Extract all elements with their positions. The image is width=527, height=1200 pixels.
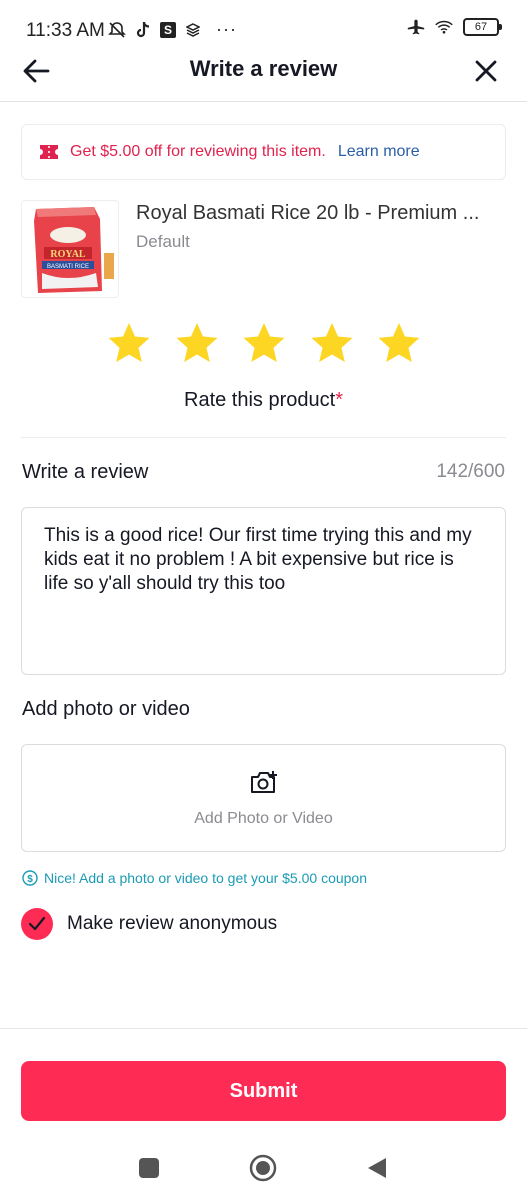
coupon-text: Get $5.00 off for reviewing this item. [70, 143, 326, 160]
camera-plus-icon [251, 771, 277, 793]
add-media-text: Add Photo or Video [194, 810, 333, 827]
close-button[interactable] [469, 54, 503, 88]
checkmark-icon [28, 916, 46, 931]
status-more: ··· [216, 19, 237, 39]
star-2-icon[interactable] [174, 320, 220, 366]
media-label: Add photo or video [22, 698, 190, 720]
product-variant: Default [136, 232, 190, 251]
coupon-hint: $ Nice! Add a photo or video to get your… [22, 870, 367, 886]
airplane-icon [407, 18, 425, 36]
anonymous-toggle[interactable]: Make review anonymous [21, 908, 277, 940]
add-media-button[interactable]: Add Photo or Video [21, 744, 506, 852]
coupon-banner: Get $5.00 off for reviewing this item. L… [21, 124, 506, 180]
s-app-icon: S [160, 21, 176, 38]
product-thumb-sub: BASMATI RICE [47, 264, 89, 270]
learn-more-link[interactable]: Learn more [338, 143, 420, 161]
svg-text:$: $ [27, 874, 33, 885]
review-char-counter: 142/600 [436, 461, 505, 482]
submit-button[interactable]: Submit [21, 1061, 506, 1121]
status-right-icons: 67 [407, 18, 502, 36]
product-image: ROYAL BASMATI RICE [21, 200, 119, 298]
home-button[interactable] [249, 1154, 277, 1182]
star-5-icon[interactable] [376, 320, 422, 366]
rate-product-label: Rate this product* [0, 389, 527, 412]
battery-indicator: 67 [463, 18, 502, 36]
anonymous-label: Make review anonymous [67, 913, 278, 934]
star-4-icon[interactable] [309, 320, 355, 366]
status-bar: 11:33 AM S ··· 67 [0, 0, 527, 44]
recents-button[interactable] [139, 1158, 159, 1178]
review-label: Write a review [22, 461, 149, 483]
required-mark: * [335, 389, 343, 411]
product-title: Royal Basmati Rice 20 lb - Premium ... [136, 202, 480, 224]
product-thumb-brand: ROYAL [50, 249, 86, 260]
status-time: 11:33 AM [26, 20, 105, 41]
anonymous-checkbox[interactable] [21, 908, 53, 940]
divider [0, 1028, 527, 1029]
star-1-icon[interactable] [106, 320, 152, 366]
muted-notification-icon [108, 21, 126, 39]
status-left-icons: S ··· [108, 19, 237, 40]
tiktok-icon [134, 21, 152, 39]
system-nav-bar [0, 1140, 527, 1200]
close-icon [475, 60, 497, 82]
dollar-circle-icon: $ [22, 870, 38, 886]
star-rating [106, 320, 422, 366]
system-back-button[interactable] [366, 1156, 388, 1180]
divider [21, 437, 506, 438]
stack-icon [184, 21, 202, 39]
review-textarea[interactable]: This is a good rice! Our first time tryi… [21, 507, 506, 675]
wifi-icon [435, 18, 453, 36]
star-3-icon[interactable] [241, 320, 287, 366]
header: Write a review [0, 44, 527, 102]
page-title: Write a review [189, 56, 338, 81]
ticket-icon [38, 143, 60, 161]
hint-text: Nice! Add a photo or video to get your $… [44, 870, 368, 886]
rate-label-text: Rate this product [184, 389, 336, 411]
